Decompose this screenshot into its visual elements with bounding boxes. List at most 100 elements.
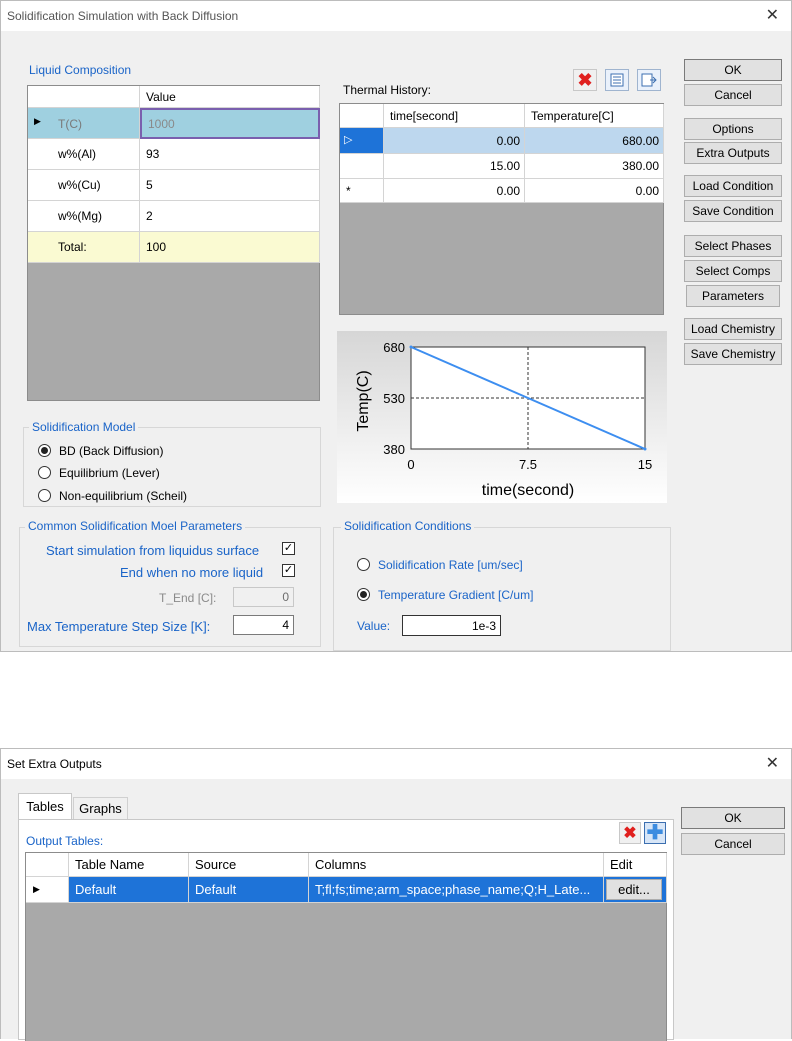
table-row-columns[interactable]: T;fl;fs;time;arm_space;phase_name;Q;H_La… — [309, 877, 604, 903]
temperature-column-header: Temperature[C] — [525, 104, 664, 128]
source-header: Source — [189, 853, 309, 877]
max-step-label: Max Temperature Step Size [K]: — [27, 619, 211, 634]
title-bar: Solidification Simulation with Back Diff… — [1, 1, 791, 31]
gradient-label[interactable]: Temperature Gradient [C/um] — [378, 588, 533, 602]
temp-cell[interactable]: 680.00 — [525, 128, 664, 154]
table-row-indicator: ▶ — [26, 877, 69, 903]
edit-header: Edit — [604, 853, 667, 877]
row-pointer-icon: ▶ — [33, 884, 40, 894]
max-step-input[interactable]: 4 — [233, 615, 294, 635]
window-title: Set Extra Outputs — [7, 757, 102, 771]
scheil-radio[interactable] — [38, 489, 51, 502]
comp-name-cu: w%(Cu) — [28, 170, 140, 201]
row-selected-indicator: ▶ T(C) — [28, 108, 140, 139]
thermal-history-chart: Temp(C) time(second) 680 530 380 0 7.5 1… — [337, 331, 667, 503]
extra-ok-button[interactable]: OK — [681, 807, 785, 829]
solidification-conditions-label: Solidification Conditions — [341, 519, 475, 533]
lever-label[interactable]: Equilibrium (Lever) — [59, 466, 160, 480]
t-end-input[interactable]: 0 — [233, 587, 294, 607]
columns-header: Columns — [309, 853, 604, 877]
add-table-icon[interactable]: ✚ — [644, 822, 666, 844]
window-title: Solidification Simulation with Back Diff… — [7, 9, 239, 23]
export-table-icon[interactable] — [637, 69, 661, 91]
delete-row-icon[interactable]: ✖ — [573, 69, 597, 91]
rate-radio[interactable] — [357, 558, 370, 571]
x-tick-label: 7.5 — [519, 457, 537, 472]
comp-value-cu[interactable]: 5 — [140, 170, 320, 201]
y-tick-label: 380 — [383, 442, 405, 457]
temp-cell[interactable]: 380.00 — [525, 154, 664, 179]
tab-tables[interactable]: Tables — [18, 793, 72, 819]
end-no-liquid-checkbox[interactable]: ✓ — [282, 564, 295, 577]
x-axis-label: time(second) — [482, 482, 574, 499]
condition-value-input[interactable]: 1e-3 — [402, 615, 501, 636]
time-column-header: time[second] — [384, 104, 525, 128]
bd-label[interactable]: BD (Back Diffusion) — [59, 444, 163, 458]
end-no-liquid-label[interactable]: End when no more liquid — [120, 565, 263, 580]
table-row-source[interactable]: Default — [189, 877, 309, 903]
select-phases-button[interactable]: Select Phases — [684, 235, 782, 257]
cancel-button[interactable]: Cancel — [684, 84, 782, 106]
select-comps-button[interactable]: Select Comps — [684, 260, 782, 282]
load-condition-button[interactable]: Load Condition — [684, 175, 782, 197]
bd-radio[interactable] — [38, 444, 51, 457]
save-condition-button[interactable]: Save Condition — [684, 200, 782, 222]
current-row-indicator: ▷ — [340, 128, 384, 154]
row-arrow-icon: ▷ — [344, 134, 353, 146]
comp-value-t[interactable]: 1000 — [140, 108, 320, 139]
tab-panel: Output Tables: ✖ ✚ Table Name Source Col… — [18, 819, 674, 1041]
ok-button[interactable]: OK — [684, 59, 782, 81]
delete-table-icon[interactable]: ✖ — [619, 822, 641, 844]
title-bar: Set Extra Outputs ✕ — [1, 749, 791, 779]
edit-table-button[interactable]: edit... — [606, 879, 662, 900]
value-label: Value: — [357, 619, 391, 633]
y-tick-label: 680 — [383, 340, 405, 355]
output-tables-grid: Table Name Source Columns Edit ▶ Default… — [25, 852, 667, 1041]
comp-value-al[interactable]: 93 — [140, 139, 320, 170]
y-axis-label: Temp(C) — [355, 370, 372, 431]
scheil-label[interactable]: Non-equilibrium (Scheil) — [59, 489, 187, 503]
new-row-marker: * — [346, 184, 351, 198]
data-point — [643, 447, 647, 451]
comp-name-total: Total: — [28, 232, 140, 263]
chart-svg: Temp(C) time(second) 680 530 380 0 7.5 1… — [355, 340, 652, 499]
solidification-model-label: Solidification Model — [29, 420, 139, 434]
time-cell[interactable]: 15.00 — [384, 154, 525, 179]
comp-name-al: w%(Al) — [28, 139, 140, 170]
comp-value-total: 100 — [140, 232, 320, 263]
parameters-button[interactable]: Parameters — [686, 285, 780, 307]
data-point — [409, 345, 413, 349]
comp-name-t: T(C) — [58, 117, 82, 131]
start-liquidus-label[interactable]: Start simulation from liquidus surface — [46, 543, 259, 558]
extra-outputs-button[interactable]: Extra Outputs — [684, 142, 782, 164]
value-column-header: Value — [140, 86, 320, 108]
x-tick-label: 0 — [407, 457, 414, 472]
comp-value-mg[interactable]: 2 — [140, 201, 320, 232]
options-button[interactable]: Options — [684, 118, 782, 140]
liquid-composition-grid: Value ▶ T(C) 1000 w%(Al) 93 w%(Cu) 5 w%(… — [27, 85, 320, 401]
comp-name-mg: w%(Mg) — [28, 201, 140, 232]
lever-radio[interactable] — [38, 466, 51, 479]
load-chemistry-button[interactable]: Load Chemistry — [684, 318, 782, 340]
close-icon[interactable]: ✕ — [766, 753, 779, 773]
common-params-label: Common Solidification Moel Parameters — [25, 519, 246, 533]
import-table-icon[interactable] — [605, 69, 629, 91]
gradient-radio[interactable] — [357, 588, 370, 601]
rate-label[interactable]: Solidification Rate [um/sec] — [378, 558, 523, 572]
save-chemistry-button[interactable]: Save Chemistry — [684, 343, 782, 365]
start-liquidus-checkbox[interactable]: ✓ — [282, 542, 295, 555]
table-row-name[interactable]: Default — [69, 877, 189, 903]
table-row-edit-cell: edit... — [604, 877, 667, 903]
temp-cell[interactable]: 0.00 — [525, 179, 664, 203]
tab-tables-label: Tables — [26, 799, 64, 814]
table-name-header: Table Name — [69, 853, 189, 877]
thermal-history-label: Thermal History: — [343, 83, 432, 97]
extra-cancel-button[interactable]: Cancel — [681, 833, 785, 855]
close-icon[interactable]: ✕ — [766, 5, 779, 25]
t-end-label: T_End [C]: — [159, 591, 217, 605]
time-cell[interactable]: 0.00 — [384, 179, 525, 203]
time-cell[interactable]: 0.00 — [384, 128, 525, 154]
tab-graphs[interactable]: Graphs — [73, 797, 128, 819]
row-pointer-icon: ▶ — [34, 116, 41, 126]
liquid-composition-label: Liquid Composition — [29, 63, 132, 77]
